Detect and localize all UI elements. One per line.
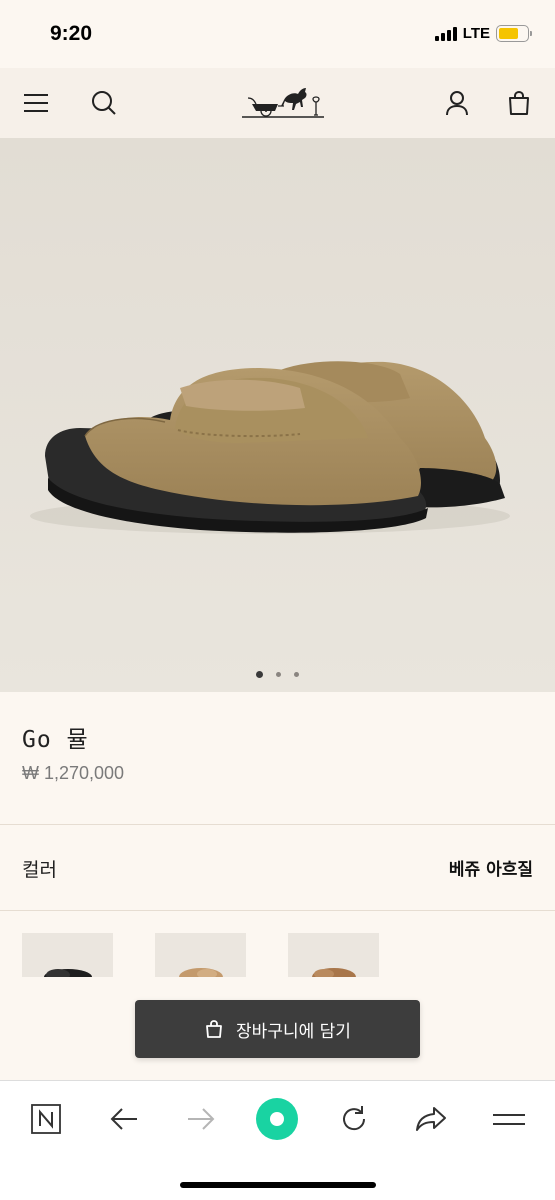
battery-icon [496, 25, 532, 42]
site-header [0, 68, 555, 138]
account-icon[interactable] [440, 86, 474, 120]
add-to-cart-label: 장바구니에 담기 [236, 1021, 351, 1042]
share-icon[interactable] [409, 1097, 453, 1141]
product-name: Go 뮬 [22, 727, 89, 753]
product-photo [0, 138, 555, 692]
home-indicator[interactable] [180, 1182, 376, 1188]
green-dot-icon[interactable] [255, 1097, 299, 1141]
carousel-dot[interactable] [294, 672, 299, 677]
hamburger-icon[interactable] [487, 1097, 531, 1141]
carousel-dots [0, 671, 555, 678]
naver-n-icon[interactable] [24, 1097, 68, 1141]
carousel-dot-active[interactable] [256, 671, 263, 678]
carousel-dot[interactable] [276, 672, 281, 677]
swatch-brown[interactable] [288, 933, 379, 977]
shopping-bag-icon[interactable] [502, 86, 536, 120]
product-info: Go 뮬 ₩ 1,270,000 [0, 692, 555, 824]
product-image-carousel[interactable] [0, 138, 555, 692]
network-label: LTE [462, 25, 490, 42]
product-price: ₩ 1,270,000 [22, 763, 125, 783]
swatch-tan[interactable] [155, 933, 246, 977]
shopping-bag-icon [206, 1020, 222, 1038]
color-label: 컬러 [22, 859, 57, 881]
color-value: 베쥬 아흐질 [448, 860, 533, 880]
swatch-black[interactable] [22, 933, 113, 977]
back-arrow-icon[interactable] [102, 1097, 146, 1141]
status-bar: 9:20 LTE [0, 0, 555, 68]
add-to-cart-button[interactable]: 장바구니에 담기 [135, 1000, 420, 1058]
color-swatches [0, 911, 555, 981]
refresh-icon[interactable] [332, 1097, 376, 1141]
status-time: 9:20 [50, 22, 93, 45]
menu-icon[interactable] [19, 86, 53, 120]
search-icon[interactable] [87, 86, 121, 120]
status-indicators: LTE [434, 25, 532, 42]
hermes-logo[interactable] [240, 84, 326, 122]
signal-icon [434, 26, 457, 41]
forward-arrow-icon[interactable] [179, 1097, 223, 1141]
color-selector-row[interactable]: 컬러 베쥬 아흐질 [0, 825, 555, 910]
